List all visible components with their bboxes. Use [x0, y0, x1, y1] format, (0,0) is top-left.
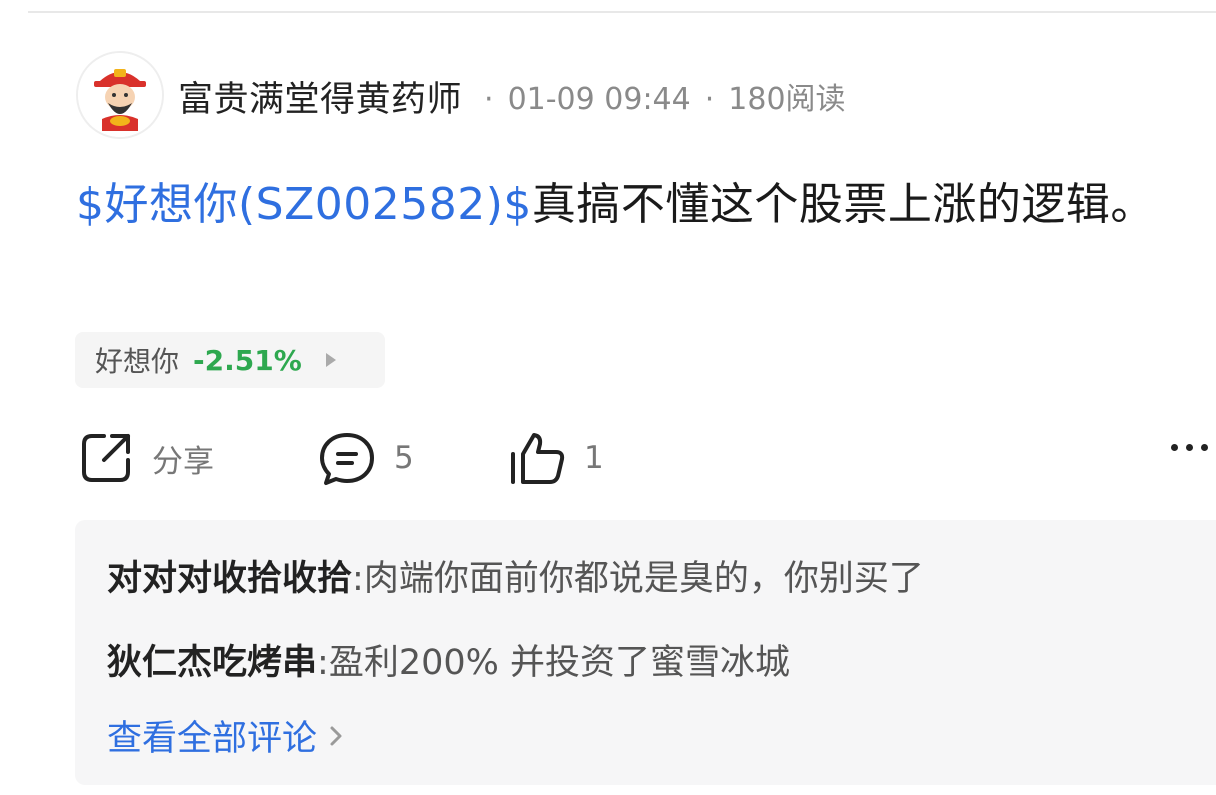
stock-chip[interactable]: 好想你 -2.51%	[75, 332, 385, 388]
post-card: 富贵满堂得黄药师 · 01-09 09:44 · 180阅读 $好想你(SZ00258…	[0, 0, 1216, 795]
avatar[interactable]	[76, 51, 164, 139]
comment-icon	[320, 433, 374, 485]
comment-item[interactable]: 狄仁杰吃烤串:盈利200% 并投资了蜜雪冰城	[107, 634, 790, 685]
view-all-label: 查看全部评论	[107, 719, 318, 759]
meta-separator: ·	[484, 82, 494, 117]
comment-text: 盈利200% 并投资了蜜雪冰城	[328, 643, 790, 683]
view-all-comments-link[interactable]: 查看全部评论	[107, 710, 343, 761]
stock-chip-change: -2.51%	[193, 343, 302, 377]
avatar-caishen-icon	[78, 53, 162, 137]
comment-user[interactable]: 狄仁杰吃烤串	[107, 643, 317, 683]
comment-text: 肉端你面前你都说是臭的，你别买了	[363, 559, 924, 599]
like-button[interactable]: 1	[508, 428, 604, 488]
comment-count: 5	[394, 440, 414, 476]
post-time: 01-09 09:44	[507, 82, 691, 117]
read-count: 180阅读	[728, 82, 846, 117]
comments-preview: 对对对收拾收拾:肉端你面前你都说是臭的，你别买了 狄仁杰吃烤串:盈利200% 并…	[75, 520, 1216, 785]
stock-chip-name: 好想你	[95, 345, 180, 378]
more-icon[interactable]	[1171, 444, 1208, 451]
post-text: 真搞不懂这个股票上涨的逻辑。	[531, 179, 1155, 230]
share-icon	[82, 434, 130, 482]
stock-tag-link[interactable]: $好想你(SZ002582)$	[76, 179, 532, 230]
share-button[interactable]: 分享	[78, 428, 214, 488]
chevron-right-icon	[330, 726, 342, 745]
author-name[interactable]: 富贵满堂得黄药师	[178, 71, 462, 122]
more-dot	[1171, 444, 1178, 451]
like-count: 1	[584, 440, 604, 476]
more-dot	[1201, 444, 1208, 451]
comment-separator: :	[352, 559, 364, 599]
play-arrow-icon	[325, 353, 336, 367]
more-dot	[1186, 444, 1193, 451]
comment-separator: :	[317, 643, 329, 683]
share-label: 分享	[152, 443, 214, 480]
comment-item[interactable]: 对对对收拾收拾:肉端你面前你都说是臭的，你别买了	[107, 550, 924, 601]
comment-user[interactable]: 对对对收拾收拾	[107, 559, 352, 599]
post-meta: · 01-09 09:44 · 180阅读	[470, 74, 846, 118]
author-row: 富贵满堂得黄药师 · 01-09 09:44 · 180阅读	[178, 72, 846, 120]
meta-separator: ·	[704, 82, 715, 117]
like-icon	[511, 433, 565, 484]
comment-button[interactable]: 5	[318, 428, 414, 488]
post-content: $好想你(SZ002582)$真搞不懂这个股票上涨的逻辑。	[76, 164, 1196, 246]
action-bar: 分享 5 1	[0, 428, 1216, 488]
